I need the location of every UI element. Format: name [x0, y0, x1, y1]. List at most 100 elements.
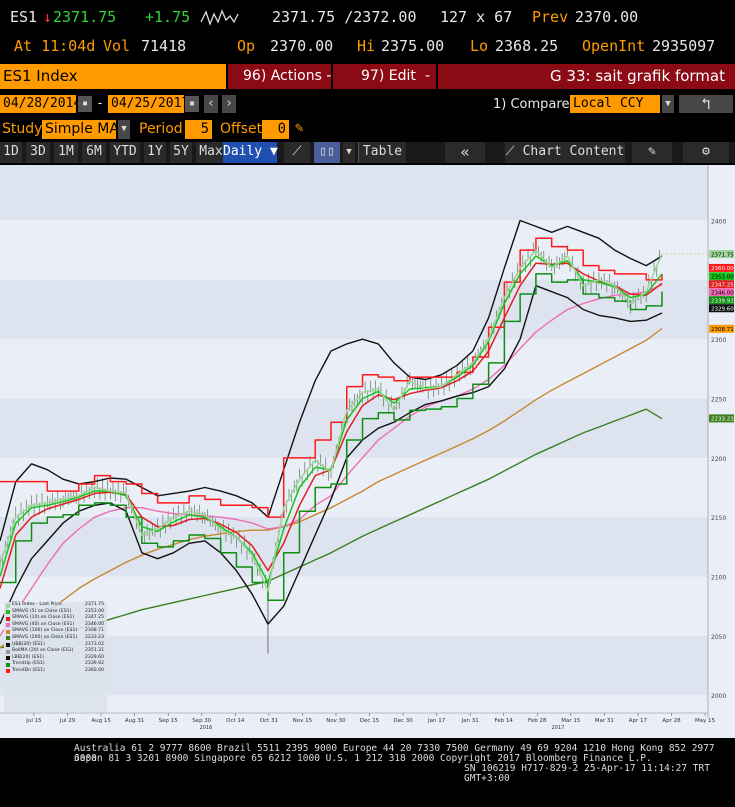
actions-label: 96) Actions -	[243, 68, 332, 84]
prev-label: Prev	[532, 8, 569, 26]
study-select[interactable]: Simple MA	[42, 120, 119, 139]
legend-name: SMAVG (10) on Close (ES1)	[12, 615, 75, 621]
start-date-input[interactable]: 04/28/2014	[0, 95, 81, 113]
annotate-button[interactable]: ✎	[632, 142, 672, 163]
compare-select[interactable]: Local CCY	[570, 95, 660, 113]
collapse-button[interactable]: «	[445, 142, 485, 163]
x-tick-label: Jul 29	[59, 718, 76, 724]
y-tick-label: 2000	[711, 693, 726, 700]
x-tick-label: Jul 15	[25, 718, 42, 724]
axis-value-tag-label: 2371.75	[711, 252, 734, 258]
open-interest-value: 2935097	[652, 37, 716, 55]
end-date-input[interactable]: 04/25/2017	[108, 95, 189, 113]
legend-entry: TrendUp (ES1) 2339.92	[4, 661, 107, 668]
sparkline-icon	[200, 8, 240, 32]
last-price: 2371.75	[53, 8, 117, 26]
range-button-1d[interactable]: 1D	[0, 142, 22, 163]
axis-value-tag-label: 2233.23	[711, 417, 734, 423]
low-value: 2368.25	[495, 37, 559, 55]
x-tick-label: Aug 31	[125, 718, 145, 724]
legend-name: SMAVG (200) on Close (ES1)	[12, 634, 78, 640]
study-dropdown-button[interactable]: ▼	[118, 120, 130, 139]
range-button-5y[interactable]: 5Y	[170, 142, 192, 163]
period-value: 5	[200, 121, 209, 137]
quote-time: At 11:04d	[14, 37, 96, 55]
chart-content-icon: ⟋	[505, 144, 523, 159]
line-chart-button[interactable]: ⟋	[284, 142, 310, 163]
chart-type-dropdown[interactable]: ▼	[343, 142, 355, 163]
x-tick-label: Apr 17	[629, 718, 648, 724]
legend-entry: SMAVG (200) on Close (ES1) 2233.23	[4, 635, 107, 642]
candle-chart-icon: ▯▯	[319, 144, 335, 159]
x-tick-label: Jan 31	[461, 718, 479, 724]
prev-value: 2370.00	[575, 8, 639, 26]
x-tick-label: Sep 30	[192, 718, 212, 724]
back-arrow-icon: ↰	[701, 94, 711, 113]
double-chevron-left-icon: «	[460, 143, 470, 161]
security-field[interactable]: ES1 Index	[0, 64, 226, 89]
bid-ask-size: 127 x 67	[440, 8, 513, 26]
settings-button[interactable]: ⚙	[683, 142, 729, 163]
legend-value: 2371.75	[85, 602, 104, 607]
offset-input[interactable]: 0	[262, 120, 289, 139]
y-tick-label: 2300	[711, 337, 726, 344]
gear-icon: ⚙	[702, 144, 710, 159]
edit-menu[interactable]: 97) Edit -	[333, 64, 436, 89]
period-label: Period	[139, 121, 183, 137]
end-calendar-icon[interactable]: ▪	[185, 96, 199, 112]
legend-entry: SMAVG (100) on Close (ES1) 2308.71	[4, 628, 107, 635]
legend-swatch	[6, 636, 10, 641]
range-button-1m[interactable]: 1M	[54, 142, 78, 163]
x-tick-label: Sep 15	[159, 718, 179, 724]
quote-stats: At 11:04d Vol 71418 Op 2370.00 Hi 2375.0…	[0, 37, 735, 59]
legend-swatch	[6, 662, 10, 667]
prev-period-button[interactable]: ‹	[204, 95, 218, 113]
price-chart[interactable]: 240023502300225022002150210020502000Jul …	[0, 161, 735, 738]
axis-value-tag-label: 2339.92	[711, 299, 734, 305]
frequency-select[interactable]: Daily ▼	[223, 142, 278, 163]
range-button-1y[interactable]: 1Y	[144, 142, 166, 163]
axis-value-tag-label: 2329.60	[711, 307, 734, 313]
table-button[interactable]: Table	[358, 142, 406, 163]
compare-dropdown-button[interactable]: ▼	[662, 95, 674, 113]
high-value: 2375.00	[381, 37, 445, 55]
range-button-max[interactable]: Max	[196, 142, 226, 163]
frequency-value: Daily	[223, 144, 263, 159]
actions-menu[interactable]: 96) Actions -	[228, 64, 331, 89]
legend-swatch	[6, 643, 10, 648]
legend-swatch	[6, 629, 10, 634]
period-input[interactable]: 5	[185, 120, 212, 139]
chart-title-bar: G 33: sait grafik format	[438, 64, 735, 89]
axis-value-tag-label: 2308.71	[711, 327, 734, 333]
next-period-button[interactable]: ›	[222, 95, 236, 113]
range-button-6m[interactable]: 6M	[82, 142, 106, 163]
x-tick-label: Dec 15	[360, 718, 380, 724]
axis-value-tag-label: 2347.25	[711, 283, 734, 289]
back-button[interactable]: ↰	[679, 95, 733, 113]
pencil-icon[interactable]: ✎	[295, 120, 303, 136]
range-button-ytd[interactable]: YTD	[110, 142, 140, 163]
x-tick-label: Oct 14	[226, 718, 245, 724]
legend-value: 2347.25	[85, 615, 104, 621]
chart-canvas[interactable]: 240023502300225022002150210020502000Jul …	[0, 161, 735, 738]
range-button-3d[interactable]: 3D	[26, 142, 50, 163]
y-tick-label: 2250	[711, 396, 726, 403]
legend-swatch	[6, 656, 10, 661]
bid-ask: 2371.75 /2372.00	[272, 8, 417, 26]
legend-name: TrendDn (ES1)	[12, 667, 45, 673]
start-calendar-icon[interactable]: ▪	[78, 96, 92, 112]
range-toolbar: 1D 3D 1M 6M YTD 1Y 5Y Max Daily ▼ ⟋ ▯▯ ▼ Table …	[0, 142, 735, 163]
grid-band	[0, 161, 708, 221]
quote-header: ES1 ↓ 2371.75 +1.75 2371.75 /2372.00 127…	[0, 8, 735, 30]
year-label: 2017	[552, 725, 565, 731]
candle-chart-button[interactable]: ▯▯	[314, 142, 340, 163]
security-toolbar: ES1 Index 96) Actions - 97) Edit - G 33:…	[0, 64, 735, 89]
compare-label: 1) Compare	[493, 97, 570, 112]
chart-content-button[interactable]: ⟋ Chart Content	[505, 142, 625, 163]
x-tick-label: Feb 28	[528, 718, 547, 724]
legend-value: 2360.00	[85, 667, 104, 673]
ticker: ES1	[10, 8, 38, 26]
edit-dropdown-arrow: -	[425, 68, 431, 84]
x-tick-label: Dec 30	[393, 718, 413, 724]
vol-label: Vol	[103, 37, 131, 55]
